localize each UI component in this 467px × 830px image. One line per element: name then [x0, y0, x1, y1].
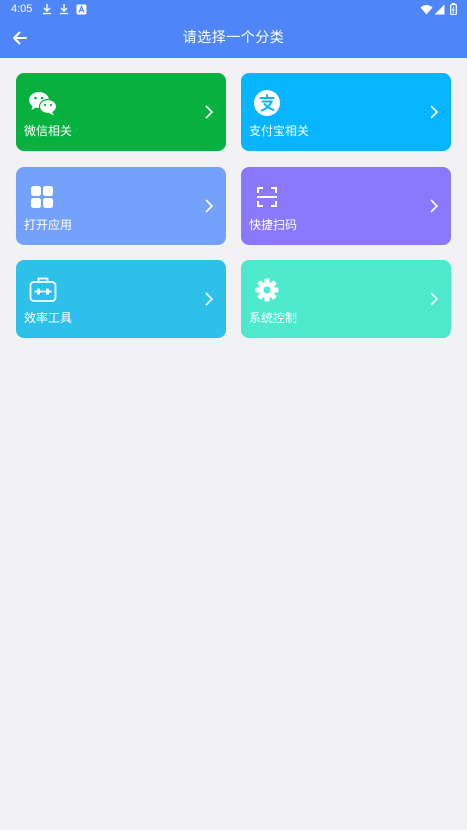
scan-icon: [253, 183, 281, 211]
gear-icon: [253, 276, 281, 304]
category-label: 系统控制: [249, 311, 298, 325]
category-card-alipay[interactable]: 支付宝相关: [241, 73, 451, 151]
app-bar: 请选择一个分类: [0, 18, 467, 58]
wechat-icon: [28, 89, 58, 117]
category-label: 微信相关: [24, 124, 73, 138]
chevron-right-icon: [429, 198, 439, 214]
apps-grid-icon: [28, 183, 56, 211]
toolbox-icon: [28, 276, 57, 304]
chevron-right-icon: [204, 198, 214, 214]
chevron-right-icon: [429, 291, 439, 307]
chevron-right-icon: [429, 104, 439, 120]
category-label: 支付宝相关: [249, 124, 310, 138]
category-card-efficiency-tools[interactable]: 效率工具: [16, 260, 226, 338]
category-card-open-app[interactable]: 打开应用: [16, 167, 226, 245]
category-label: 打开应用: [24, 218, 73, 232]
page-title: 请选择一个分类: [182, 30, 285, 46]
alipay-icon: [253, 89, 281, 117]
category-card-wechat[interactable]: 微信相关: [16, 73, 226, 151]
category-card-quick-scan[interactable]: 快捷扫码: [241, 167, 451, 245]
chevron-right-icon: [204, 104, 214, 120]
category-label: 快捷扫码: [249, 218, 298, 232]
status-bar: 4:05: [0, 0, 467, 18]
chevron-right-icon: [204, 291, 214, 307]
category-card-system-control[interactable]: 系统控制: [241, 260, 451, 338]
category-label: 效率工具: [24, 311, 73, 325]
status-time: 4:05: [11, 3, 33, 15]
